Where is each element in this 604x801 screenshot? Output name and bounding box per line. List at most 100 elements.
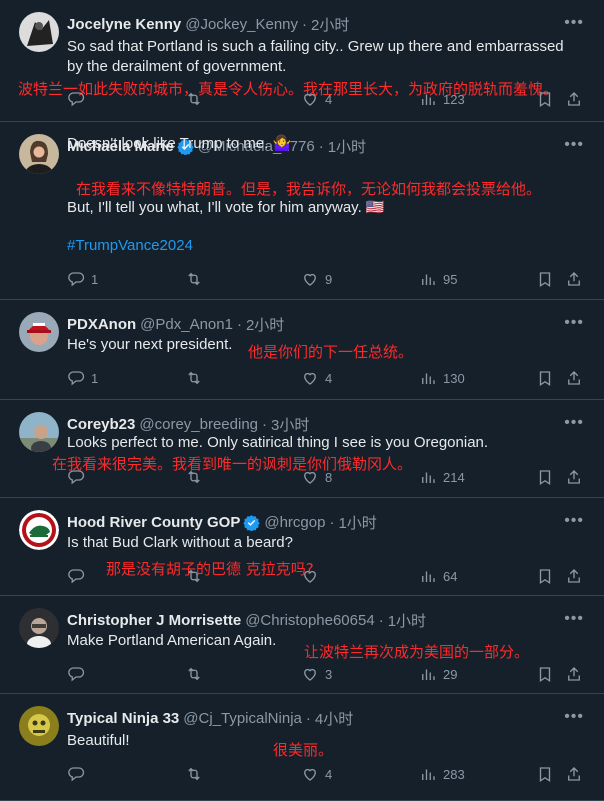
- bookmark-button[interactable]: [536, 270, 554, 288]
- reply-icon: [68, 272, 85, 287]
- timestamp[interactable]: 4小时: [315, 708, 353, 729]
- bookmark-button[interactable]: [536, 765, 554, 783]
- avatar[interactable]: [19, 608, 59, 648]
- more-icon[interactable]: •••: [564, 14, 584, 32]
- avatar[interactable]: [19, 312, 59, 352]
- retweet-button[interactable]: [185, 765, 209, 783]
- views-button[interactable]: 214: [419, 468, 465, 486]
- more-icon[interactable]: •••: [564, 314, 584, 332]
- timestamp[interactable]: 1小时: [338, 512, 376, 533]
- tweet-reply[interactable]: Christopher J Morrisette @Christophe6065…: [0, 596, 604, 694]
- bookmark-button[interactable]: [536, 369, 554, 387]
- views-count: 123: [443, 91, 465, 107]
- bookmark-button[interactable]: [536, 567, 554, 585]
- views-button[interactable]: 123: [419, 90, 465, 108]
- avatar[interactable]: [19, 134, 59, 174]
- user-handle[interactable]: @Cj_TypicalNinja: [183, 710, 302, 727]
- like-button[interactable]: 9: [301, 270, 332, 288]
- tweet-reply[interactable]: Jocelyne Kenny @Jockey_Kenny · 2小时 ••• So…: [0, 0, 604, 122]
- retweet-button[interactable]: [185, 369, 209, 387]
- retweet-button[interactable]: [185, 270, 209, 288]
- share-button[interactable]: [565, 468, 583, 486]
- display-name[interactable]: Hood River County GOP: [67, 514, 240, 531]
- avatar[interactable]: [19, 706, 59, 746]
- display-name[interactable]: Typical Ninja 33: [67, 710, 179, 727]
- share-button[interactable]: [565, 90, 583, 108]
- reply-icon: [68, 92, 85, 107]
- retweet-button[interactable]: [185, 90, 209, 108]
- share-button[interactable]: [565, 369, 583, 387]
- like-icon: [304, 93, 316, 106]
- like-button[interactable]: 4: [301, 369, 332, 387]
- user-handle[interactable]: @Pdx_Anon1: [140, 316, 233, 333]
- like-button[interactable]: 3: [301, 665, 332, 683]
- tweet-reply[interactable]: Michaela Marie @Michaela_1776 · 1小时 ••• D…: [0, 122, 604, 300]
- separator: ·: [236, 316, 242, 333]
- user-handle[interactable]: @hrcgop: [264, 514, 325, 531]
- bookmark-icon: [539, 569, 551, 585]
- more-icon[interactable]: •••: [564, 708, 584, 726]
- like-icon: [304, 768, 316, 781]
- share-button[interactable]: [565, 567, 583, 585]
- tweet-text: He's your next president.: [67, 336, 233, 353]
- views-button[interactable]: 130: [419, 369, 465, 387]
- avatar[interactable]: [19, 412, 59, 452]
- display-name[interactable]: Christopher J Morrisette: [67, 612, 241, 629]
- translation-annotation: 在我看来不像特特朗普。但是，我告诉你，无论如何我都会投票给他。: [76, 180, 542, 198]
- bookmark-button[interactable]: [536, 665, 554, 683]
- retweet-button[interactable]: [185, 468, 209, 486]
- more-icon[interactable]: •••: [564, 512, 584, 530]
- tweet-header: PDXAnon @Pdx_Anon1 · 2小时: [67, 314, 284, 335]
- tweet-text: But, I'll tell you what, I'll vote for h…: [67, 199, 385, 216]
- bookmark-button[interactable]: [536, 90, 554, 108]
- avatar[interactable]: [19, 12, 59, 52]
- reply-button[interactable]: [67, 665, 91, 683]
- user-handle[interactable]: @corey_breeding: [139, 416, 258, 433]
- tweet-reply[interactable]: Coreyb23 @corey_breeding · 3小时 ••• Looks …: [0, 400, 604, 498]
- avatar[interactable]: [19, 510, 59, 550]
- share-button[interactable]: [565, 665, 583, 683]
- tweet-header: Jocelyne Kenny @Jockey_Kenny · 2小时: [67, 14, 349, 35]
- timestamp[interactable]: 2小时: [311, 14, 349, 35]
- views-button[interactable]: 64: [419, 567, 457, 585]
- views-button[interactable]: 29: [419, 665, 457, 683]
- retweet-button[interactable]: [185, 567, 209, 585]
- timestamp[interactable]: 1小时: [388, 610, 426, 631]
- translation-annotation: 很美丽。: [273, 741, 334, 759]
- display-name[interactable]: PDXAnon: [67, 316, 136, 333]
- share-button[interactable]: [565, 270, 583, 288]
- views-button[interactable]: 95: [419, 270, 457, 288]
- more-icon[interactable]: •••: [564, 414, 584, 432]
- retweet-icon: [188, 92, 200, 106]
- more-icon[interactable]: •••: [564, 610, 584, 628]
- timestamp[interactable]: 1小时: [328, 136, 366, 157]
- like-count: 9: [325, 271, 333, 287]
- tweet-reply[interactable]: Typical Ninja 33 @Cj_TypicalNinja · 4小时 …: [0, 694, 604, 801]
- reply-button[interactable]: [67, 567, 91, 585]
- bookmark-button[interactable]: [536, 468, 554, 486]
- timestamp[interactable]: 3小时: [271, 414, 309, 435]
- reply-button[interactable]: 1: [67, 270, 98, 288]
- like-button[interactable]: 8: [301, 468, 332, 486]
- reply-button[interactable]: [67, 90, 91, 108]
- reply-button[interactable]: [67, 468, 91, 486]
- display-name[interactable]: Coreyb23: [67, 416, 135, 433]
- like-button[interactable]: 4: [301, 765, 332, 783]
- user-handle[interactable]: @Christophe60654: [245, 612, 374, 629]
- views-button[interactable]: 283: [419, 765, 465, 783]
- display-name[interactable]: Jocelyne Kenny: [67, 16, 181, 33]
- reply-button[interactable]: 1: [67, 369, 98, 387]
- tweet-reply[interactable]: Hood River County GOP @hrcgop · 1小时 ••• I…: [0, 498, 604, 596]
- timestamp[interactable]: 2小时: [246, 314, 284, 335]
- share-button[interactable]: [565, 765, 583, 783]
- like-button[interactable]: 4: [301, 90, 332, 108]
- like-button[interactable]: [301, 567, 325, 585]
- hashtag-link[interactable]: #TrumpVance2024: [67, 236, 193, 256]
- user-handle[interactable]: @Jockey_Kenny: [185, 16, 298, 33]
- more-icon[interactable]: •••: [564, 136, 584, 154]
- reply-button[interactable]: [67, 765, 91, 783]
- views-count: 29: [443, 666, 458, 682]
- tweet-reply[interactable]: PDXAnon @Pdx_Anon1 · 2小时 ••• He's your ne…: [0, 300, 604, 400]
- retweet-button[interactable]: [185, 665, 209, 683]
- views-count: 283: [443, 766, 465, 782]
